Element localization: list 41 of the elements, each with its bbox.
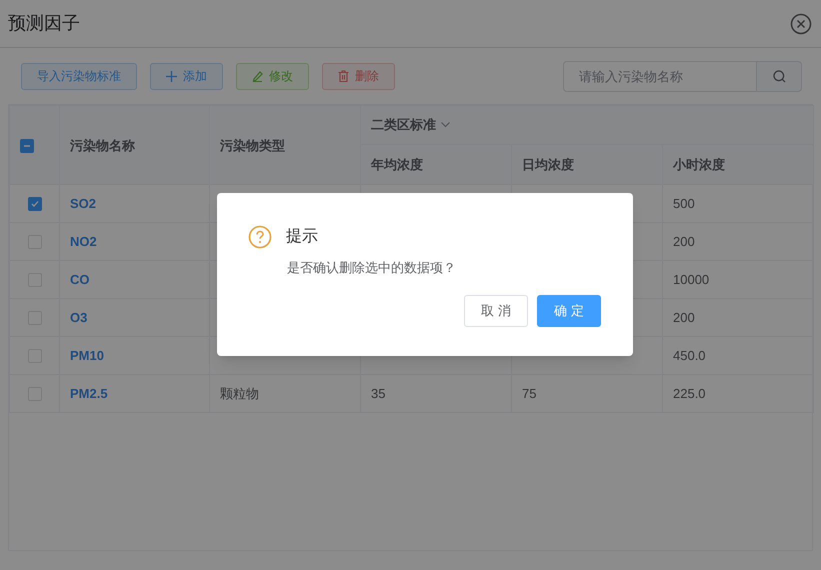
table-cell: 35	[371, 386, 386, 401]
table-cell: 10000	[673, 272, 710, 287]
import-button[interactable]: 导入污染物标准	[21, 62, 137, 90]
column-group-header: 二类区标准	[371, 116, 436, 134]
search-field[interactable]: 请输入污染物名称	[563, 60, 757, 92]
add-button[interactable]: 添加	[150, 62, 223, 90]
checkbox[interactable]	[28, 197, 42, 212]
table-cell: 颗粒物	[220, 386, 259, 401]
edit-button[interactable]: 修改	[236, 62, 309, 90]
pollutant-link[interactable]: PM2.5	[70, 386, 108, 401]
table-cell: 225.0	[673, 386, 706, 401]
table-cell: 200	[673, 310, 695, 325]
table-cell: 500	[673, 196, 695, 211]
question-icon	[248, 225, 272, 249]
table-cell: 200	[673, 234, 695, 249]
pollutant-link[interactable]: PM10	[70, 348, 104, 363]
column-header: 日均浓度	[522, 156, 574, 172]
cancel-button[interactable]: 取 消	[464, 294, 528, 326]
column-header: 污染物类型	[220, 138, 285, 153]
trash-icon	[338, 70, 349, 82]
table-cell: 450.0	[673, 348, 706, 363]
pollutant-link[interactable]: SO2	[70, 196, 96, 211]
message-text: 是否确认删除选中的数据项？	[286, 259, 457, 277]
pencil-icon	[252, 70, 263, 82]
column-header: 小时浓度	[673, 156, 725, 172]
table-cell: 75	[522, 386, 536, 401]
pollutant-link[interactable]: O3	[70, 310, 88, 325]
plus-icon	[166, 70, 177, 82]
chevron-down-icon[interactable]	[441, 122, 450, 128]
pollutant-link[interactable]: CO	[70, 272, 90, 287]
search-button[interactable]	[757, 60, 802, 92]
column-header: 污染物名称	[70, 138, 135, 153]
checkbox[interactable]	[20, 138, 34, 153]
column-header: 年均浓度	[371, 156, 423, 172]
confirm-button[interactable]: 确 定	[537, 294, 601, 326]
search-icon	[772, 70, 786, 82]
message-title: 提示	[286, 227, 318, 247]
close-icon[interactable]	[790, 12, 812, 34]
window-title: 预测因子	[8, 12, 80, 35]
pollutant-link[interactable]: NO2	[70, 234, 97, 249]
delete-button[interactable]: 删除	[322, 62, 395, 90]
